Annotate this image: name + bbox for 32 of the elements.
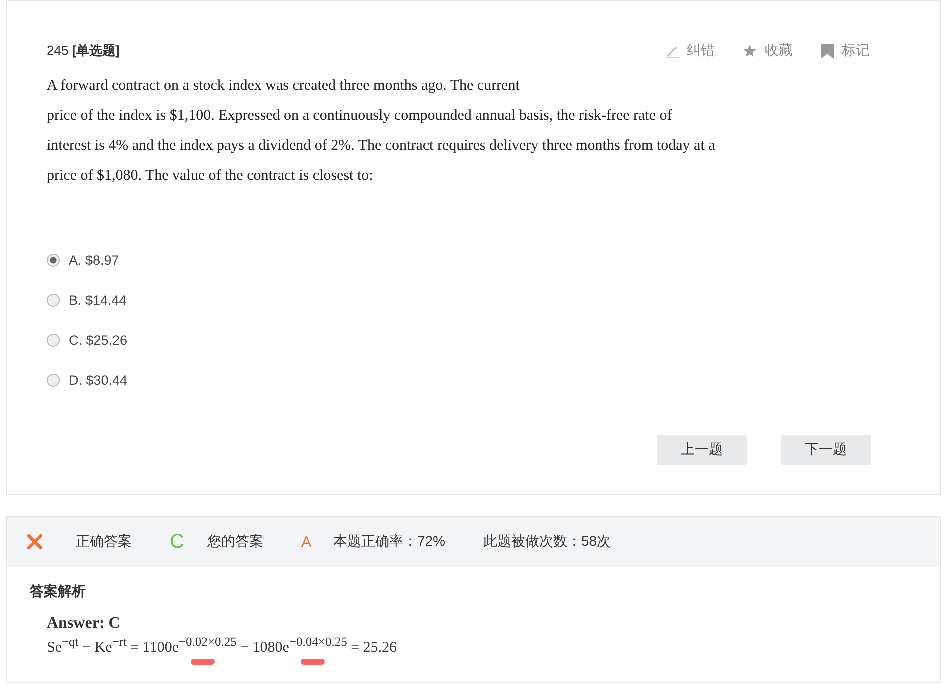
- radio-button[interactable]: [47, 334, 60, 347]
- nav-button[interactable]: 上一题: [657, 435, 747, 465]
- highlight-mark: [191, 659, 215, 665]
- nav-button[interactable]: 下一题: [781, 435, 871, 465]
- bookmark-icon: [821, 44, 834, 58]
- radio-button[interactable]: [47, 254, 60, 267]
- your-answer-label: 您的答案: [207, 533, 264, 551]
- accuracy-text: 本题正确率：72%: [333, 533, 446, 551]
- answer-heading: Answer: C: [47, 615, 122, 633]
- star-icon: [743, 44, 757, 58]
- pencil-icon: [665, 44, 679, 58]
- question-number: 245 [单选题]: [47, 42, 120, 60]
- action-button[interactable]: 纠错: [665, 42, 715, 60]
- radio-button[interactable]: [47, 294, 60, 307]
- question-text: interest is 4% and the index pays a dividend of 2%. The contract requires delivery three months from today at a: [47, 137, 716, 156]
- answer-option[interactable]: D. $30.44: [47, 371, 900, 390]
- question-text: A forward contract on a stock index was created three months ago. The current: [47, 77, 521, 96]
- action-button[interactable]: 收藏: [743, 42, 793, 60]
- analysis-title: 答案解析: [30, 583, 87, 601]
- question-text: price of $1,080. The value of the contract is closest to:: [47, 167, 374, 186]
- correct-answer-label: 正确答案: [76, 533, 132, 551]
- radio-button[interactable]: [47, 374, 60, 387]
- answer-option[interactable]: C. $25.26: [47, 331, 900, 350]
- action-button[interactable]: 标记: [821, 42, 870, 60]
- question-text: price of the index is $1,100. Expressed on a continuously compounded annual basis, the risk-free rate of: [47, 107, 674, 126]
- answer-option[interactable]: B. $14.44: [47, 291, 900, 310]
- answer-option[interactable]: A. $8.97: [47, 251, 900, 270]
- attempts-text: 此题被做次数：58次: [484, 533, 612, 551]
- your-answer: A: [301, 534, 312, 550]
- correct-answer: C: [170, 530, 184, 554]
- highlight-mark: [301, 659, 325, 665]
- formula: Se$^{−qt}$ − Ke$^{−rt}$ = 1100e$^{−0.02×0.25}$ − 1080e$^{−0.04×0.25}$ = 25.26: [47, 634, 398, 657]
